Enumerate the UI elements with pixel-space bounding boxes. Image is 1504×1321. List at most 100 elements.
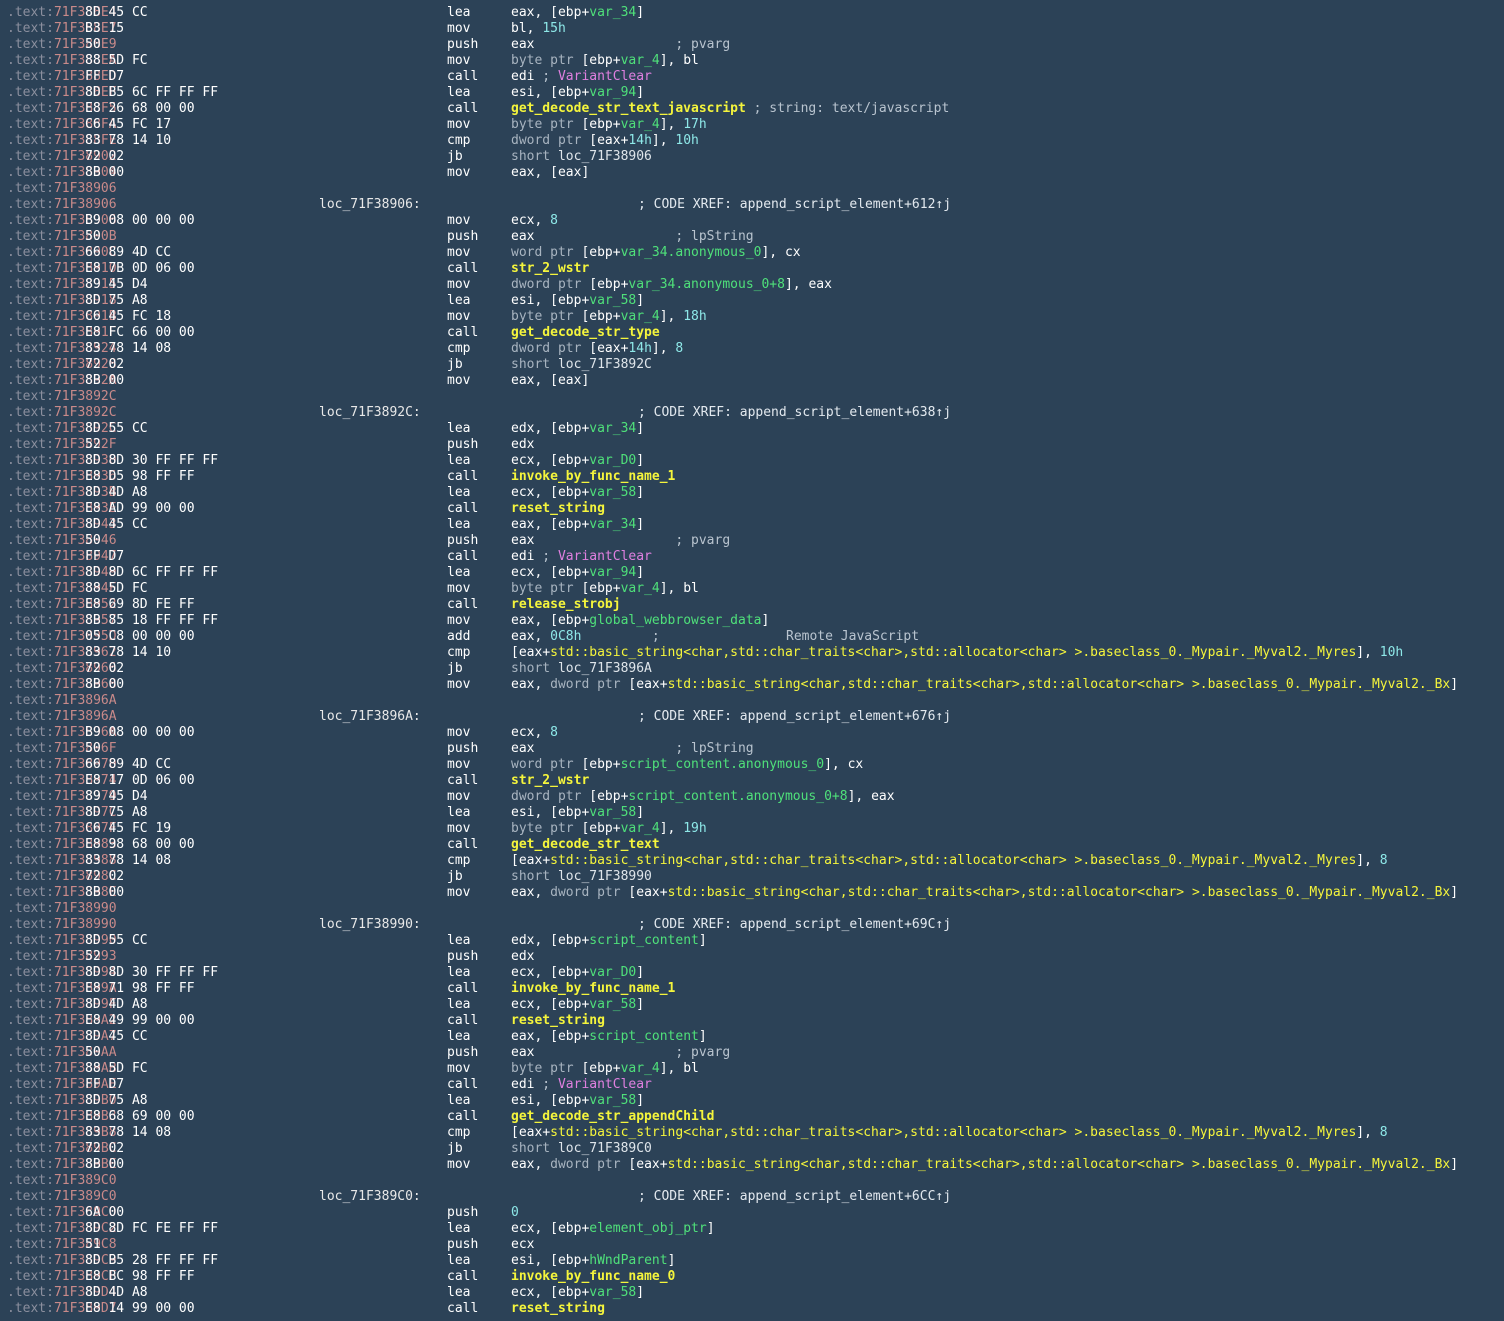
disassembly-line[interactable]: .text:71F388E7B3 15movbl, 15h (0, 21, 1504, 37)
cpu-register[interactable]: edx (511, 949, 534, 964)
disassembly-line[interactable]: .text:71F3896283 78 14 10cmp[eax+std::ba… (0, 645, 1504, 661)
instruction-mnemonic[interactable]: push (447, 1205, 478, 1221)
cpu-register[interactable]: bl (683, 1061, 699, 1076)
stack-variable[interactable]: script_content (589, 933, 699, 948)
cpu-register[interactable]: esi (511, 85, 534, 100)
numeric-literal[interactable]: 0 (511, 1205, 519, 1220)
instruction-mnemonic[interactable]: jb (447, 149, 463, 165)
disassembly-line[interactable]: .text:71F388F5E8 26 68 00 00callget_deco… (0, 101, 1504, 117)
instruction-mnemonic[interactable]: jb (447, 1141, 463, 1157)
instruction-mnemonic[interactable]: call (447, 773, 478, 789)
cpu-register[interactable]: eax (511, 613, 534, 628)
disassembly-line[interactable]: .text:71F389188D 75 A8leaesi, [ebp+var_5… (0, 293, 1504, 309)
instruction-operands[interactable]: short loc_71F3892C (511, 357, 652, 373)
instruction-operands[interactable]: dword ptr [eax+14h], 8 (511, 341, 683, 357)
cpu-register[interactable]: esi (511, 1093, 534, 1108)
instruction-operands[interactable]: ecx, [ebp+var_D0] (511, 965, 644, 981)
cpu-register[interactable]: ebp (558, 805, 581, 820)
instruction-operands[interactable]: ecx, [ebp+element_obj_ptr] (511, 1221, 715, 1237)
disassembly-line[interactable]: .text:71F3899F8D 4D A8leaecx, [ebp+var_5… (0, 997, 1504, 1013)
instruction-mnemonic[interactable]: lea (447, 933, 470, 949)
numeric-literal[interactable]: 8 (1380, 853, 1388, 868)
instruction-mnemonic[interactable]: lea (447, 1253, 470, 1269)
cpu-register[interactable]: ebp (558, 293, 581, 308)
cpu-register[interactable]: ecx (511, 453, 534, 468)
instruction-operands[interactable]: eax, [eax] (511, 165, 589, 181)
numeric-literal[interactable]: 8 (550, 213, 558, 228)
instruction-operands[interactable]: invoke_by_func_name_1 (511, 469, 675, 485)
disassembly-line[interactable]: .text:71F3897C8D 75 A8leaesi, [ebp+var_5… (0, 805, 1504, 821)
api-function-name[interactable]: VariantClear (558, 69, 652, 84)
cpu-register[interactable]: eax (511, 373, 534, 388)
disassembly-line[interactable]: .text:71F388EA88 5D FCmovbyte ptr [ebp+v… (0, 53, 1504, 69)
cpu-register[interactable]: eax (511, 37, 534, 52)
instruction-operands[interactable]: byte ptr [ebp+var_4], 17h (511, 117, 707, 133)
cpu-register[interactable]: eax (519, 645, 542, 660)
instruction-operands[interactable]: edi ; VariantClear (511, 1077, 652, 1093)
cpu-register[interactable]: ecx (511, 213, 534, 228)
instruction-mnemonic[interactable]: lea (447, 1221, 470, 1237)
function-reference[interactable]: get_decode_str_appendChild (511, 1109, 715, 1124)
cpu-register[interactable]: edx (511, 933, 534, 948)
disassembly-line[interactable]: .text:71F3890C66 89 4D CCmovword ptr [eb… (0, 245, 1504, 261)
instruction-operands[interactable]: eax, [ebp+var_34] (511, 517, 644, 533)
instruction-mnemonic[interactable]: lea (447, 453, 470, 469)
cpu-register[interactable]: edx (511, 421, 534, 436)
disassembly-line[interactable]: .text:71F389948D 8D 30 FF FF FFleaecx, [… (0, 965, 1504, 981)
instruction-mnemonic[interactable]: call (447, 101, 478, 117)
instruction-operands[interactable]: reset_string (511, 1013, 605, 1029)
cpu-register[interactable]: eax (511, 885, 534, 900)
disassembly-line[interactable]: .text:71F3891BC6 45 FC 18movbyte ptr [eb… (0, 309, 1504, 325)
instruction-mnemonic[interactable]: call (447, 469, 478, 485)
code-xref-comment[interactable]: ; CODE XREF: append_script_element+69C↑j (638, 917, 951, 933)
disassembly-line[interactable]: .text:71F3897FC6 45 FC 19movbyte ptr [eb… (0, 821, 1504, 837)
instruction-operands[interactable]: eax, [ebp+var_34] (511, 5, 644, 21)
cpu-register[interactable]: ebp (558, 965, 581, 980)
instruction-operands[interactable]: dword ptr [ebp+script_content.anonymous_… (511, 789, 895, 805)
cpu-register[interactable]: edi (511, 549, 534, 564)
function-reference[interactable]: get_decode_str_text_javascript (511, 101, 746, 116)
disassembly-line[interactable]: .text:71F389A2E8 49 99 00 00callreset_st… (0, 1013, 1504, 1029)
cpu-register[interactable]: esi (511, 1253, 534, 1268)
stack-variable[interactable]: script_content.anonymous_0+8 (628, 789, 847, 804)
stack-variable[interactable]: var_34 (589, 517, 636, 532)
instruction-operands[interactable]: word ptr [ebp+var_34.anonymous_0], cx (511, 245, 801, 261)
instruction-operands[interactable]: edi ; VariantClear (511, 549, 652, 565)
struct-member-reference[interactable]: std::basic_string<char,std::char_traits<… (668, 677, 1451, 692)
instruction-mnemonic[interactable]: add (447, 629, 470, 645)
disassembly-line[interactable]: .text:71F389D7E8 14 99 00 00callreset_st… (0, 1301, 1504, 1317)
stack-variable[interactable]: var_94 (589, 85, 636, 100)
instruction-mnemonic[interactable]: push (447, 1237, 478, 1253)
instruction-mnemonic[interactable]: call (447, 1013, 478, 1029)
api-function-name[interactable]: VariantClear (558, 549, 652, 564)
instruction-mnemonic[interactable]: cmp (447, 133, 470, 149)
stack-variable[interactable]: var_4 (621, 53, 660, 68)
stack-variable[interactable]: hWndParent (589, 1253, 667, 1268)
stack-variable[interactable]: var_58 (589, 1093, 636, 1108)
numeric-literal[interactable]: 8 (1380, 1125, 1388, 1140)
instruction-operands[interactable]: str_2_wstr (511, 773, 589, 789)
stack-variable[interactable]: script_content (589, 1029, 699, 1044)
cpu-register[interactable]: ecx (511, 1237, 534, 1252)
instruction-mnemonic[interactable]: call (447, 981, 478, 997)
api-function-name[interactable]: VariantClear (558, 1077, 652, 1092)
instruction-mnemonic[interactable]: mov (447, 117, 470, 133)
disassembly-line[interactable]: .text:71F389C28D 8D FC FE FF FFleaecx, [… (0, 1221, 1504, 1237)
code-label[interactable]: loc_71F389C0: (319, 1189, 421, 1205)
disassembly-line[interactable]: .text:71F3890272 02jbshort loc_71F38906 (0, 149, 1504, 165)
instruction-operands[interactable]: get_decode_str_text (511, 837, 660, 853)
disassembly-line[interactable]: .text:71F389578B 85 18 FF FF FFmoveax, [… (0, 613, 1504, 629)
stack-variable[interactable]: global_webbrowser_data (589, 613, 761, 628)
instruction-mnemonic[interactable]: lea (447, 997, 470, 1013)
instruction-operands[interactable]: ecx, [ebp+var_58] (511, 485, 644, 501)
disassembly-line[interactable]: .text:71F38983E8 98 68 00 00callget_deco… (0, 837, 1504, 853)
instruction-mnemonic[interactable]: mov (447, 1061, 470, 1077)
cpu-register[interactable]: eax (636, 885, 659, 900)
instruction-operands[interactable]: edx (511, 437, 534, 453)
disassembly-line[interactable]: .text:71F38906loc_71F38906:; CODE XREF: … (0, 197, 1504, 213)
function-reference[interactable]: str_2_wstr (511, 773, 589, 788)
instruction-operands[interactable]: invoke_by_func_name_1 (511, 981, 675, 997)
cpu-register[interactable]: ebp (558, 85, 581, 100)
instruction-operands[interactable]: [eax+std::basic_string<char,std::char_tr… (511, 1125, 1388, 1141)
cpu-register[interactable]: ebp (558, 1285, 581, 1300)
